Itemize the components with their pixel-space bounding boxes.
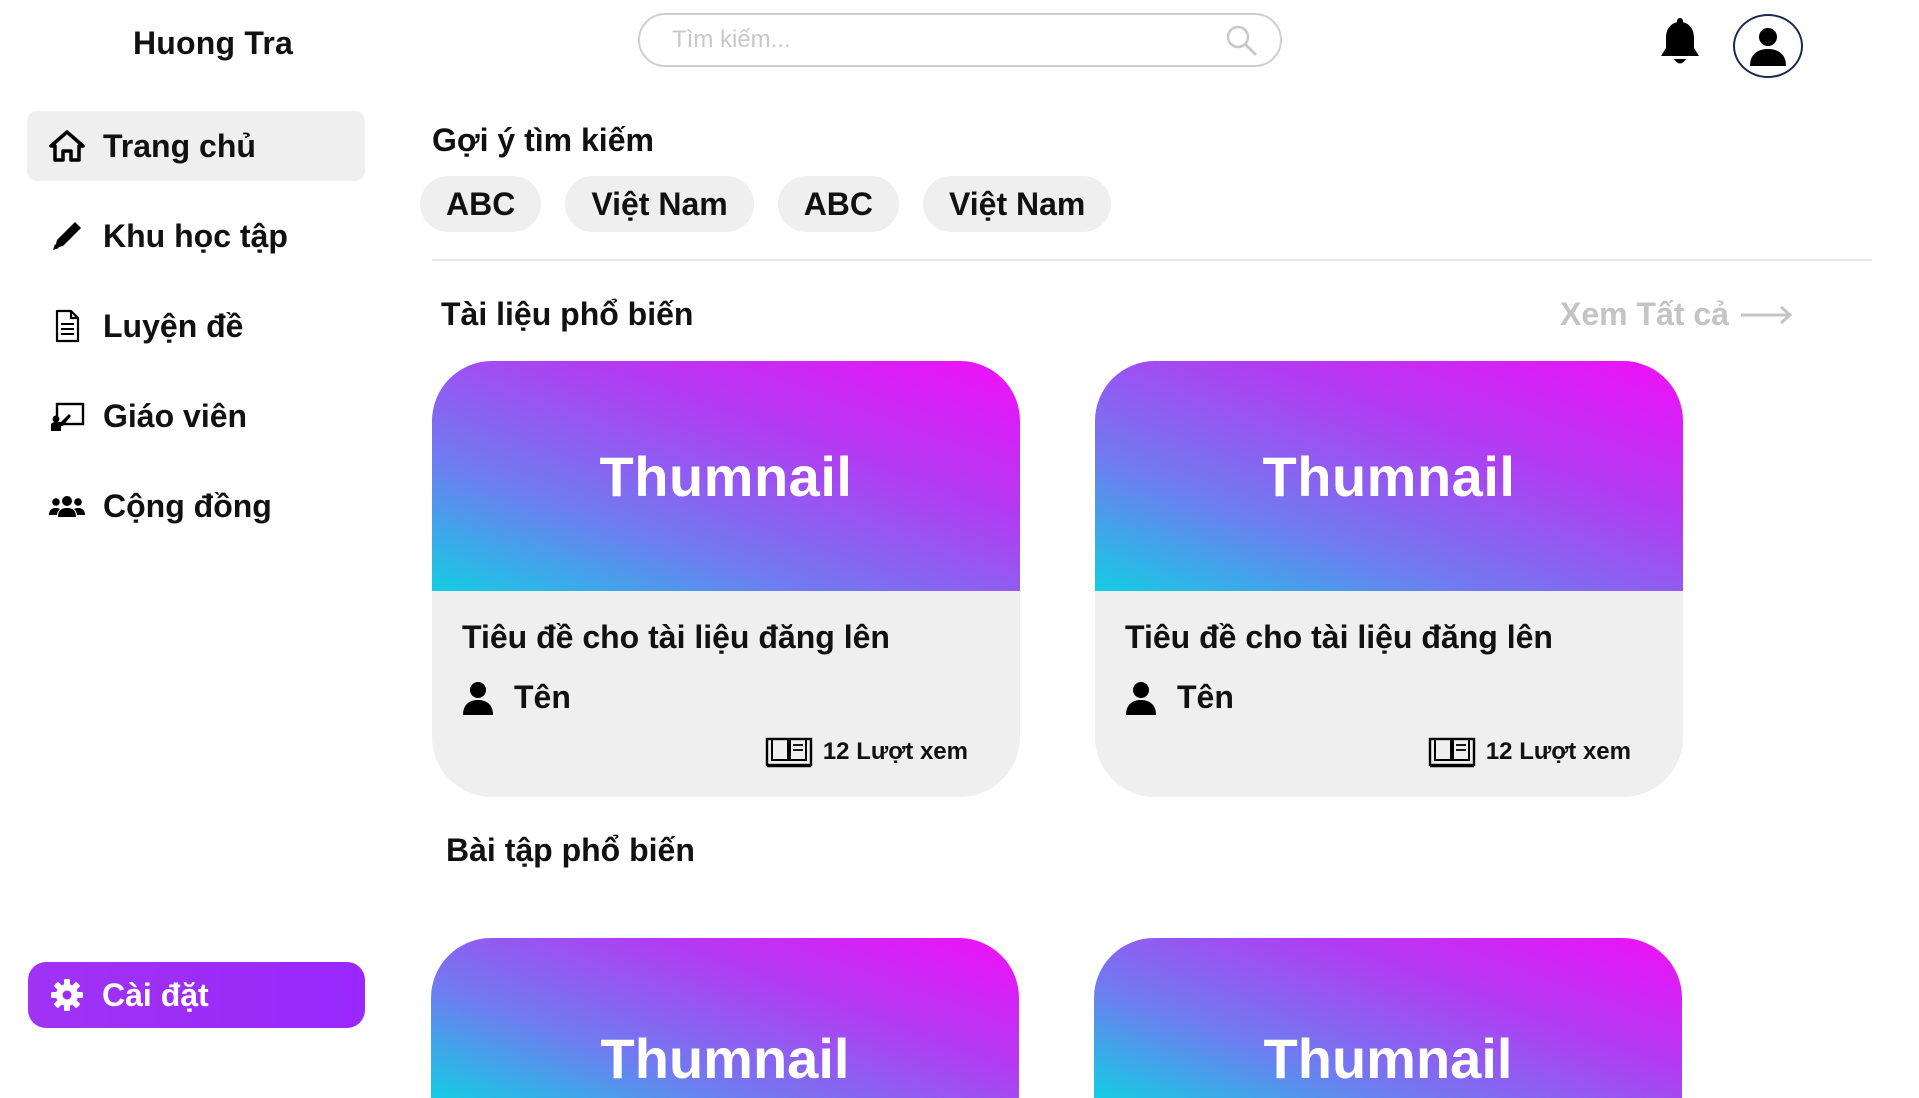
pencil-icon (53, 222, 81, 250)
book-icon (765, 737, 813, 768)
thumbnail-text: Thumnail (1263, 1027, 1513, 1090)
section-title-documents: Tài liệu phổ biến (441, 296, 694, 332)
card-title: Tiêu đề cho tài liệu đăng lên (462, 619, 890, 655)
suggestion-chips: ABC Việt Nam ABC Việt Nam (420, 176, 1112, 232)
thumbnail-text: Thumnail (599, 444, 853, 508)
suggestion-chip[interactable]: ABC (777, 176, 900, 232)
brand-name: Huong Tra (133, 25, 294, 61)
suggestions-title: Gợi ý tìm kiếm (432, 122, 654, 158)
document-card[interactable]: Thumnail Tiêu đề cho tài liệu đăng lên T… (1095, 361, 1683, 797)
section-title-exercises: Bài tập phổ biến (446, 832, 695, 868)
thumbnail-text: Thumnail (600, 1027, 850, 1090)
user-icon (463, 681, 493, 715)
search-bar[interactable] (638, 13, 1282, 67)
gear-icon (51, 979, 83, 1011)
bell-icon[interactable] (1657, 18, 1703, 68)
sidebar-item-label: Luyện đề (103, 307, 244, 344)
suggestion-chip[interactable]: Việt Nam (923, 176, 1112, 232)
community-icon (49, 496, 85, 517)
book-icon (1428, 737, 1476, 768)
sidebar-item-study[interactable]: Khu học tập (27, 201, 365, 271)
settings-button[interactable]: Cài đặt (28, 962, 365, 1028)
card-thumbnail: Thumnail (1095, 361, 1683, 591)
sidebar-item-label: Giáo viên (103, 397, 248, 434)
see-all-label: Xem Tất cả (1560, 296, 1729, 332)
card-thumbnail: Thumnail (431, 938, 1019, 1098)
exercise-card[interactable]: Thumnail (431, 938, 1019, 1098)
document-icon (55, 309, 80, 343)
arrow-right-icon (1740, 305, 1793, 324)
document-card[interactable]: Thumnail Tiêu đề cho tài liệu đăng lên T… (432, 361, 1020, 797)
search-input[interactable] (670, 25, 1224, 55)
exercise-card[interactable]: Thumnail (1094, 938, 1682, 1098)
author-name: Tên (514, 679, 571, 715)
card-author: Tên (462, 679, 571, 716)
author-name: Tên (1177, 679, 1234, 715)
sidebar-item-label: Cộng đồng (103, 487, 272, 524)
sidebar-item-label: Khu học tập (103, 217, 288, 254)
sidebar-item-label: Trang chủ (103, 127, 256, 164)
card-views: 12 Lượt xem (1428, 735, 1631, 769)
card-author: Tên (1125, 679, 1234, 716)
user-icon (1126, 681, 1156, 715)
suggestion-chip[interactable]: Việt Nam (565, 176, 754, 232)
thumbnail-text: Thumnail (1262, 444, 1516, 508)
sidebar-nav: Trang chủ Khu học tập Luyện đề Giáo viên… (27, 111, 365, 561)
views-count: 12 Lượt xem (1485, 738, 1631, 765)
card-thumbnail: Thumnail (1094, 938, 1682, 1098)
sidebar-item-community[interactable]: Cộng đồng (27, 471, 365, 541)
search-icon[interactable] (1224, 23, 1258, 57)
sidebar-item-home[interactable]: Trang chủ (27, 111, 365, 181)
views-count: 12 Lượt xem (822, 738, 968, 765)
suggestion-chip[interactable]: ABC (420, 176, 542, 232)
card-views: 12 Lượt xem (765, 735, 968, 769)
card-title: Tiêu đề cho tài liệu đăng lên (1125, 619, 1553, 655)
sidebar-item-practice[interactable]: Luyện đề (27, 291, 365, 361)
sidebar-item-teachers[interactable]: Giáo viên (27, 381, 365, 451)
divider (432, 259, 1872, 261)
user-icon (1750, 28, 1786, 66)
see-all-link[interactable]: Xem Tất cả (1560, 296, 1793, 333)
card-thumbnail: Thumnail (432, 361, 1020, 591)
avatar-button[interactable] (1733, 14, 1803, 78)
teacher-board-icon (51, 402, 85, 431)
settings-label: Cài đặt (102, 976, 209, 1013)
home-icon (49, 130, 85, 162)
